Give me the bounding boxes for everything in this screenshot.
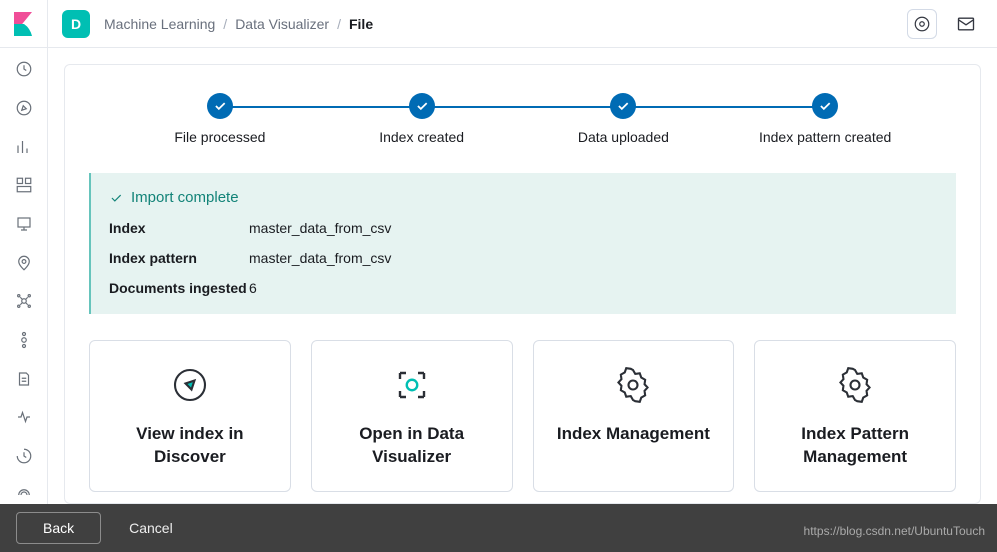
visualize-icon[interactable]	[14, 137, 34, 156]
cancel-button[interactable]: Cancel	[129, 520, 173, 536]
callout-title: Import complete	[109, 189, 938, 206]
maps-icon[interactable]	[14, 253, 34, 272]
index-value: master_data_from_csv	[249, 220, 938, 236]
check-icon	[812, 93, 838, 119]
gear-icon	[773, 363, 937, 407]
breadcrumb-item[interactable]: Data Visualizer	[235, 16, 329, 32]
step-label: Index pattern created	[724, 129, 926, 145]
main-content: File processed Index created Data upload…	[48, 48, 997, 504]
breadcrumb-item[interactable]: Machine Learning	[104, 16, 215, 32]
ml-icon[interactable]	[14, 292, 34, 311]
back-button[interactable]: Back	[16, 512, 101, 544]
discover-icon[interactable]	[14, 99, 34, 118]
step-file-processed: File processed	[119, 93, 321, 145]
card-title: View index in Discover	[108, 423, 272, 469]
index-pattern-label: Index pattern	[109, 250, 249, 266]
action-cards: View index in Discover Open in Data Visu…	[89, 340, 956, 492]
index-label: Index	[109, 220, 249, 236]
card-title: Index Pattern Management	[773, 423, 937, 469]
side-nav	[0, 48, 48, 504]
breadcrumb-separator: /	[337, 16, 341, 32]
kibana-logo[interactable]	[0, 0, 48, 48]
top-bar: D Machine Learning / Data Visualizer / F…	[0, 0, 997, 48]
check-icon	[109, 191, 123, 205]
breadcrumb-separator: /	[223, 16, 227, 32]
card-title: Open in Data Visualizer	[330, 423, 494, 469]
step-label: Index created	[321, 129, 523, 145]
check-icon	[610, 93, 636, 119]
step-label: File processed	[119, 129, 321, 145]
card-open-data-visualizer[interactable]: Open in Data Visualizer	[311, 340, 513, 492]
card-index-management[interactable]: Index Management	[533, 340, 735, 492]
card-view-in-discover[interactable]: View index in Discover	[89, 340, 291, 492]
watermark-text: https://blog.csdn.net/UbuntuTouch	[804, 524, 985, 538]
check-icon	[409, 93, 435, 119]
check-icon	[207, 93, 233, 119]
import-panel: File processed Index created Data upload…	[64, 64, 981, 504]
apm-icon[interactable]	[14, 408, 34, 427]
step-index-created: Index created	[321, 93, 523, 145]
mail-icon[interactable]	[951, 14, 981, 34]
step-index-pattern-created: Index pattern created	[724, 93, 926, 145]
breadcrumb-current: File	[349, 16, 373, 32]
card-title: Index Management	[552, 423, 716, 446]
step-label: Data uploaded	[523, 129, 725, 145]
gear-icon	[552, 363, 716, 407]
import-complete-callout: Import complete Index master_data_from_c…	[89, 173, 956, 314]
progress-steps: File processed Index created Data upload…	[119, 93, 926, 145]
step-data-uploaded: Data uploaded	[523, 93, 725, 145]
compass-icon	[108, 363, 272, 407]
logs-icon[interactable]	[14, 369, 34, 388]
card-index-pattern-management[interactable]: Index Pattern Management	[754, 340, 956, 492]
index-pattern-value: master_data_from_csv	[249, 250, 938, 266]
scan-icon	[330, 363, 494, 407]
dashboard-icon[interactable]	[14, 176, 34, 195]
siem-icon[interactable]	[14, 485, 34, 504]
uptime-icon[interactable]	[14, 447, 34, 466]
metrics-icon[interactable]	[14, 331, 34, 350]
documents-ingested-value: 6	[249, 280, 938, 296]
documents-ingested-label: Documents ingested	[109, 280, 249, 296]
breadcrumb: Machine Learning / Data Visualizer / Fil…	[104, 16, 907, 32]
help-icon[interactable]	[907, 9, 937, 39]
callout-details: Index master_data_from_csv Index pattern…	[109, 220, 938, 296]
recent-icon[interactable]	[14, 60, 34, 79]
space-badge[interactable]: D	[62, 10, 90, 38]
canvas-icon[interactable]	[14, 215, 34, 234]
footer-bar: Back Cancel https://blog.csdn.net/Ubuntu…	[0, 504, 997, 552]
